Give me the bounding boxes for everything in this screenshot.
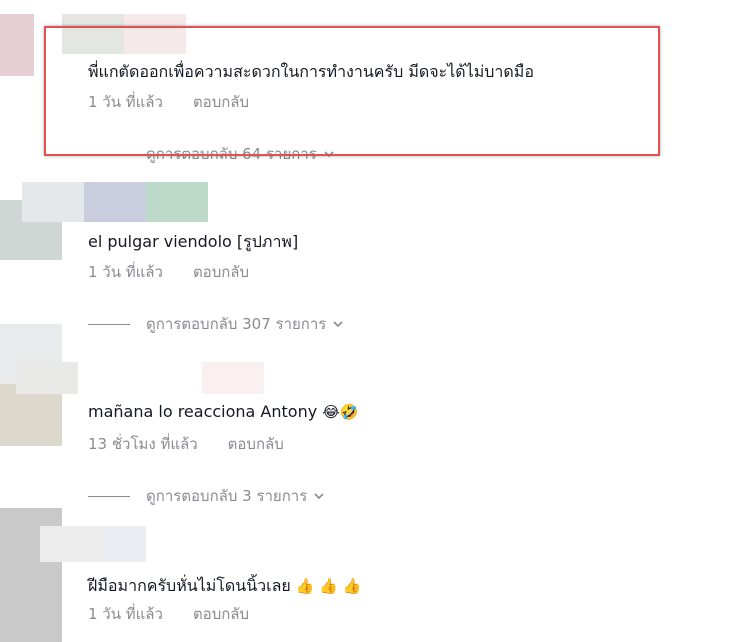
- username-placeholder[interactable]: [124, 14, 186, 54]
- username-placeholder[interactable]: [22, 182, 84, 222]
- emoji: 👍 👍 👍: [295, 577, 362, 595]
- comment-text: ฝีมือมากครับหั่นไม่โดนนิ้วเลย 👍 👍 👍: [88, 576, 361, 596]
- view-replies-button[interactable]: ดูการตอบกลับ 3 รายการ: [88, 486, 325, 506]
- comment-body: ฝีมือมากครับหั่นไม่โดนนิ้วเลย: [88, 576, 291, 595]
- comment-meta: 13 ชั่วโมง ที่แล้ว ตอบกลับ: [88, 434, 284, 454]
- username-placeholder[interactable]: [84, 182, 146, 222]
- comment-time: 1 วัน ที่แล้ว: [88, 93, 163, 111]
- username-placeholder[interactable]: [102, 526, 146, 562]
- comment-time: 13 ชั่วโมง ที่แล้ว: [88, 435, 198, 453]
- divider-line: [88, 495, 130, 497]
- comment-text: el pulgar viendolo [รูปภาพ]: [88, 232, 299, 251]
- comment-meta: 1 วัน ที่แล้ว ตอบกลับ: [88, 604, 249, 624]
- emoji: 😂🤣: [322, 403, 359, 421]
- view-replies-label: ดูการตอบกลับ 64 รายการ: [146, 145, 317, 163]
- comment-body: mañana lo reacciona Antony: [88, 402, 318, 421]
- username-placeholder[interactable]: [40, 526, 102, 562]
- divider-line: [88, 323, 130, 325]
- view-replies-button[interactable]: ดูการตอบกลับ 64 รายการ: [146, 144, 335, 164]
- chevron-down-icon: [314, 493, 324, 500]
- comment-time: 1 วัน ที่แล้ว: [88, 263, 163, 281]
- comment-meta: 1 วัน ที่แล้ว ตอบกลับ: [88, 262, 249, 282]
- username-placeholder[interactable]: [62, 14, 124, 54]
- avatar-placeholder[interactable]: [0, 14, 34, 76]
- view-replies-button[interactable]: ดูการตอบกลับ 307 รายการ: [88, 314, 344, 334]
- username-placeholder[interactable]: [146, 182, 208, 222]
- username-placeholder[interactable]: [202, 362, 264, 394]
- comment-text: พี่แกตัดออกเพื่อความสะดวกในการทำงานครับ …: [88, 62, 534, 81]
- comment-time: 1 วัน ที่แล้ว: [88, 605, 163, 623]
- reply-button[interactable]: ตอบกลับ: [228, 434, 284, 454]
- reply-button[interactable]: ตอบกลับ: [193, 92, 249, 112]
- reply-button[interactable]: ตอบกลับ: [193, 262, 249, 282]
- chevron-down-icon: [324, 151, 334, 158]
- username-placeholder[interactable]: [16, 362, 78, 394]
- chevron-down-icon: [333, 321, 343, 328]
- comment-meta: 1 วัน ที่แล้ว ตอบกลับ: [88, 92, 249, 112]
- comment-text: mañana lo reacciona Antony 😂🤣: [88, 402, 359, 422]
- view-replies-label: ดูการตอบกลับ 3 รายการ: [146, 487, 308, 505]
- view-replies-label: ดูการตอบกลับ 307 รายการ: [146, 315, 327, 333]
- reply-button[interactable]: ตอบกลับ: [193, 604, 249, 624]
